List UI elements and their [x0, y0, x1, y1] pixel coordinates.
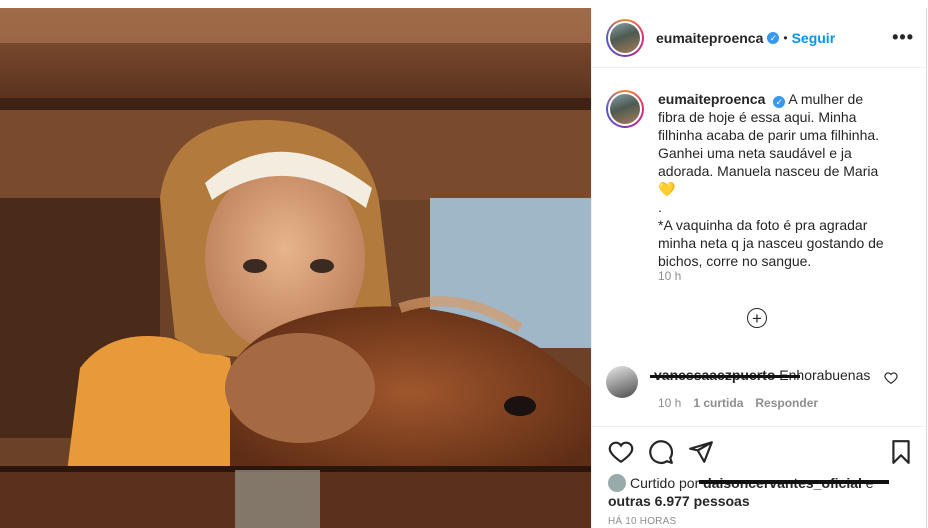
caption-time: 10 h: [658, 269, 682, 283]
bookmark-icon[interactable]: [888, 439, 914, 465]
comment-like-icon[interactable]: [884, 371, 898, 385]
heart-icon[interactable]: [608, 439, 634, 465]
comment-item: vanessaaezpuerto Enhorabuenas: [606, 366, 916, 398]
post-photo[interactable]: [0, 8, 591, 528]
share-icon[interactable]: [688, 439, 714, 465]
likes-others[interactable]: outras 6.977 pessoas: [608, 493, 750, 509]
reply-button[interactable]: Responder: [755, 396, 818, 410]
post-side-panel: eumaiteproenca ✓ • Seguir ••• eumaitepro…: [591, 8, 927, 528]
more-icon[interactable]: •••: [892, 27, 914, 48]
follow-button[interactable]: Seguir: [792, 30, 836, 46]
redaction-bar: [699, 480, 890, 484]
commenter-avatar[interactable]: [606, 366, 638, 398]
caption-line: .: [658, 199, 662, 215]
likes-prefix: Curtido por: [630, 475, 700, 491]
comment-time: 10 h: [658, 396, 682, 410]
liker-avatar[interactable]: [608, 474, 626, 492]
comment-meta: 10 h 1 curtida Responder: [658, 396, 818, 410]
post-header: eumaiteproenca ✓ • Seguir •••: [592, 8, 926, 68]
author-avatar[interactable]: [606, 18, 644, 57]
add-comment-icon[interactable]: +: [747, 308, 767, 328]
post-time-ago: HÁ 10 HORAS: [608, 516, 677, 527]
caption-text: eumaiteproenca ✓ A mulher de fibra de ho…: [658, 90, 888, 270]
redaction-bar: [650, 375, 800, 378]
verified-icon: ✓: [773, 96, 786, 108]
post-image: [0, 8, 591, 528]
comment-text: vanessaaezpuerto Enhorabuenas: [650, 366, 894, 398]
caption-username[interactable]: eumaiteproenca: [658, 91, 765, 107]
author-username[interactable]: eumaiteproenca: [656, 30, 763, 46]
verified-icon: ✓: [767, 31, 780, 44]
comment-likes[interactable]: 1 curtida: [693, 396, 743, 410]
comment-icon[interactable]: [648, 439, 674, 465]
separator-dot: •: [783, 30, 788, 45]
likes-summary: Curtido por daisoncervantes_oficial e ou…: [608, 474, 908, 510]
post-actions: [592, 426, 926, 467]
caption-avatar[interactable]: [606, 90, 644, 128]
post-caption: eumaiteproenca ✓ A mulher de fibra de ho…: [606, 90, 916, 270]
caption-line: *A vaquinha da foto é pra agradar minha …: [658, 217, 884, 269]
